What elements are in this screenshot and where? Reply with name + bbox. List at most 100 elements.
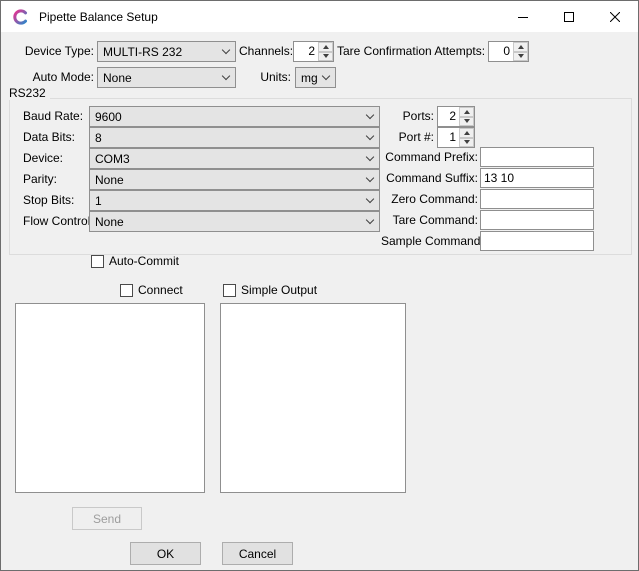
send-button[interactable]: Send [72, 507, 142, 530]
arrow-down-icon [323, 54, 329, 58]
sample-command-input[interactable] [480, 231, 594, 251]
zero-command-label: Zero Command: [381, 189, 478, 210]
simple-output-listbox[interactable] [220, 303, 406, 493]
ports-spin-up-button[interactable] [459, 107, 474, 117]
tare-attempts-label: Tare Confirmation Attempts: [337, 41, 485, 62]
arrow-up-icon [518, 45, 524, 49]
port-number-label: Port #: [381, 127, 434, 148]
port-number-spin-down-button[interactable] [459, 138, 474, 148]
channels-label: Channels: [239, 41, 291, 62]
close-button[interactable] [592, 1, 638, 32]
device-type-select[interactable]: MULTI-RS 232 [97, 41, 236, 62]
channels-spin-down-button[interactable] [318, 52, 333, 62]
command-prefix-label: Command Prefix: [381, 147, 478, 168]
command-suffix-label: Command Suffix: [381, 168, 478, 189]
ports-spin-down-button[interactable] [459, 117, 474, 127]
device-type-value: MULTI-RS 232 [103, 45, 223, 59]
baud-rate-label: Baud Rate: [23, 106, 83, 127]
auto-mode-select[interactable]: None [97, 67, 236, 88]
chevron-down-icon [366, 173, 374, 181]
stop-bits-value: 1 [95, 194, 367, 208]
zero-command-input[interactable] [480, 189, 594, 209]
device-select[interactable]: COM3 [89, 148, 380, 169]
caption-buttons [500, 1, 638, 32]
arrow-up-icon [464, 131, 470, 135]
data-bits-value: 8 [95, 131, 367, 145]
channels-spin-up-button[interactable] [318, 42, 333, 52]
arrow-up-icon [464, 110, 470, 114]
command-prefix-input[interactable] [480, 147, 594, 167]
baud-rate-value: 9600 [95, 110, 367, 124]
port-number-spinner[interactable]: 1 [437, 127, 475, 148]
port-number-spin-up-button[interactable] [459, 128, 474, 138]
checkbox-box-icon [91, 255, 104, 268]
auto-mode-value: None [103, 71, 223, 85]
minimize-icon [518, 12, 528, 22]
arrow-down-icon [464, 119, 470, 123]
device-value: COM3 [95, 152, 367, 166]
rs232-group-label: RS232 [9, 86, 50, 100]
flow-control-select[interactable]: None [89, 211, 380, 232]
data-bits-select[interactable]: 8 [89, 127, 380, 148]
channels-value: 2 [294, 42, 318, 61]
app-logo-icon [12, 8, 30, 26]
tare-command-input[interactable] [480, 210, 594, 230]
port-number-value: 1 [438, 128, 459, 147]
stop-bits-label: Stop Bits: [23, 190, 74, 211]
stop-bits-select[interactable]: 1 [89, 190, 380, 211]
flow-control-value: None [95, 215, 367, 229]
auto-mode-label: Auto Mode: [11, 67, 94, 88]
units-label: Units: [239, 67, 291, 88]
ports-label: Ports: [381, 106, 434, 127]
tare-attempts-spin-down-button[interactable] [513, 52, 528, 62]
close-icon [610, 12, 620, 22]
chevron-down-icon [366, 194, 374, 202]
arrow-down-icon [518, 54, 524, 58]
maximize-icon [564, 12, 574, 22]
chevron-down-icon [366, 215, 374, 223]
simple-output-checkbox[interactable]: Simple Output [223, 283, 317, 298]
titlebar[interactable]: Pipette Balance Setup [1, 1, 638, 32]
data-bits-label: Data Bits: [23, 127, 75, 148]
chevron-down-icon [366, 131, 374, 139]
chevron-down-icon [366, 110, 374, 118]
auto-commit-checkbox[interactable]: Auto-Commit [91, 254, 179, 269]
checkbox-box-icon [223, 284, 236, 297]
tare-attempts-spin-up-button[interactable] [513, 42, 528, 52]
command-suffix-input[interactable] [480, 168, 594, 188]
chevron-down-icon [222, 71, 230, 79]
tare-attempts-spinner[interactable]: 0 [488, 41, 529, 62]
tare-attempts-value: 0 [489, 42, 513, 61]
parity-label: Parity: [23, 169, 57, 190]
sample-command-label: Sample Command: [381, 231, 478, 252]
cancel-button[interactable]: Cancel [222, 542, 293, 565]
maximize-button[interactable] [546, 1, 592, 32]
auto-commit-checkbox-label: Auto-Commit [109, 255, 179, 268]
arrow-down-icon [464, 140, 470, 144]
window-title: Pipette Balance Setup [39, 10, 158, 24]
units-select[interactable]: mg [295, 67, 336, 88]
ports-value: 2 [438, 107, 459, 126]
units-value: mg [301, 71, 323, 85]
simple-output-checkbox-label: Simple Output [241, 284, 317, 297]
arrow-up-icon [323, 45, 329, 49]
checkbox-box-icon [120, 284, 133, 297]
flow-control-label: Flow Control: [23, 211, 94, 232]
ok-button[interactable]: OK [130, 542, 201, 565]
parity-select[interactable]: None [89, 169, 380, 190]
ports-spinner[interactable]: 2 [437, 106, 475, 127]
minimize-button[interactable] [500, 1, 546, 32]
parity-value: None [95, 173, 367, 187]
connect-checkbox-label: Connect [138, 284, 183, 297]
chevron-down-icon [366, 152, 374, 160]
chevron-down-icon [222, 45, 230, 53]
device-type-label: Device Type: [11, 41, 94, 62]
connect-output-listbox[interactable] [15, 303, 205, 493]
pipette-balance-setup-dialog: Pipette Balance Setup Device Type: MULTI… [0, 0, 639, 571]
tare-command-label: Tare Command: [381, 210, 478, 231]
connect-checkbox[interactable]: Connect [120, 283, 183, 298]
chevron-down-icon [322, 71, 330, 79]
channels-spinner[interactable]: 2 [293, 41, 334, 62]
baud-rate-select[interactable]: 9600 [89, 106, 380, 127]
device-label: Device: [23, 148, 63, 169]
